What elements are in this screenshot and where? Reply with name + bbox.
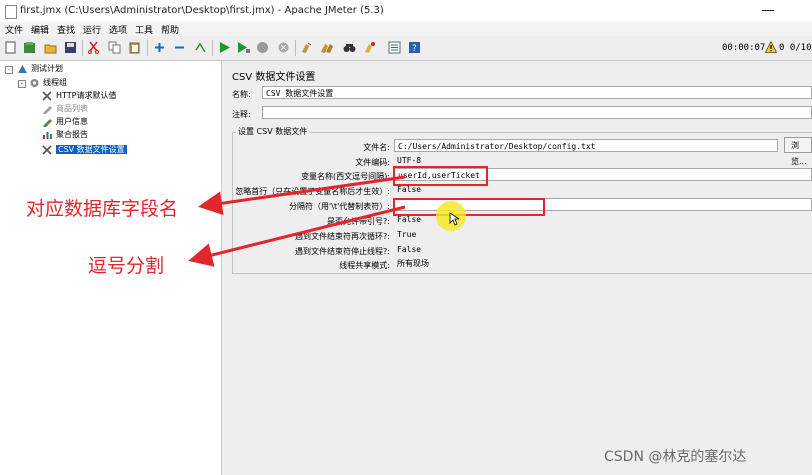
menu-search[interactable]: 查找 [57, 23, 75, 36]
name-input[interactable]: CSV 数据文件设置 [262, 86, 812, 99]
sharing-mode-value[interactable]: 所有现场 [394, 257, 429, 270]
delimiter-label: 分隔符（用'\t'代替制表符）: [289, 202, 390, 211]
tree-node-thread-group[interactable]: 线程组 [29, 77, 67, 89]
new-file-icon[interactable] [4, 41, 17, 54]
encoding-label: 文件编码: [355, 158, 390, 167]
wrench-icon [42, 90, 53, 101]
annotation-field-name: 对应数据库字段名 [26, 198, 179, 220]
tree-node-test-plan[interactable]: 测试计划 [17, 63, 63, 75]
comment-input[interactable] [262, 106, 812, 119]
search-binoculars-icon[interactable] [343, 41, 356, 54]
open-folder-icon[interactable] [44, 41, 57, 54]
help-icon[interactable]: ? [408, 41, 421, 54]
menu-run[interactable]: 运行 [83, 23, 101, 36]
toggle-icon[interactable] [194, 41, 207, 54]
comment-label: 注释: [232, 110, 251, 119]
menu-tools[interactable]: 工具 [135, 23, 153, 36]
browse-button[interactable]: 浏览... [784, 137, 812, 166]
csv-config-panel: CSV 数据文件设置 名称: CSV 数据文件设置 注释: 设置 CSV 数据文… [222, 61, 812, 475]
svg-text:?: ? [412, 44, 417, 54]
shutdown-icon[interactable] [277, 41, 290, 54]
templates-icon[interactable] [23, 41, 36, 54]
watermark: CSDN @林克的塞尔达 [604, 449, 747, 465]
clear-all-icon[interactable] [320, 41, 333, 54]
warning-icon[interactable] [764, 40, 778, 56]
wrench-icon [42, 144, 53, 155]
tree-node-aggregate-report[interactable]: 聚合报告 [42, 129, 88, 141]
toolbar: ? 00:00:07 0 0/100 [0, 36, 812, 61]
recycle-on-eof-label: 遇到文件结束符再次循环?: [295, 232, 390, 241]
tree-node-user-info[interactable]: 用户信息 [42, 116, 88, 128]
filename-label: 文件名: [363, 143, 390, 152]
annotation-comma-split: 逗号分割 [88, 255, 165, 277]
stop-icon[interactable] [256, 41, 269, 54]
gear-icon [29, 78, 40, 88]
menu-options[interactable]: 选项 [109, 23, 127, 36]
error-count: 0 0/100 [779, 43, 812, 53]
save-icon[interactable] [64, 41, 77, 54]
elapsed-timer: 00:00:07 [722, 43, 766, 53]
start-icon[interactable] [218, 41, 231, 54]
warning-count: 0 [779, 43, 785, 53]
collapse-minus-icon[interactable] [173, 41, 186, 54]
pencil-icon [42, 104, 53, 115]
collapse-toggle[interactable]: - [18, 80, 26, 88]
expand-plus-icon[interactable] [153, 41, 166, 54]
title-bar: first.jmx (C:\Users\Administrator\Deskto… [0, 0, 812, 23]
reset-search-icon[interactable] [363, 41, 376, 54]
menu-help[interactable]: 帮助 [161, 23, 179, 36]
delimiter-highlight [393, 198, 545, 216]
ignore-first-line-label: 忽略首行（只在设置了变量名称后才生效）: [235, 187, 390, 196]
function-helper-icon[interactable] [388, 41, 401, 54]
clear-icon[interactable] [300, 41, 313, 54]
name-label: 名称: [232, 90, 251, 99]
page-title: CSV 数据文件设置 [232, 72, 316, 83]
allow-quoted-label: 是否允许带引号?: [327, 217, 390, 226]
copy-icon[interactable] [108, 41, 121, 54]
thread-count: 0/100 [789, 43, 812, 53]
chart-icon [42, 130, 53, 140]
collapse-toggle[interactable]: - [5, 66, 13, 74]
sharing-mode-label: 线程共享模式: [339, 261, 390, 270]
group-title: 设置 CSV 数据文件 [236, 126, 310, 137]
menu-file[interactable]: 文件 [5, 23, 23, 36]
window-title: first.jmx (C:\Users\Administrator\Deskto… [20, 5, 384, 16]
stop-thread-on-eof-value[interactable]: False [394, 243, 421, 256]
filename-input[interactable]: C:/Users/Administrator/Desktop/config.tx… [394, 139, 778, 152]
mouse-cursor-icon [449, 212, 459, 226]
stop-thread-on-eof-label: 遇到文件结束符停止线程?: [295, 247, 390, 256]
menu-bar: 文件 编辑 查找 运行 选项 工具 帮助 [0, 22, 812, 36]
menu-edit[interactable]: 编辑 [31, 23, 49, 36]
tree-node-csv-data-set[interactable]: CSV 数据文件设置 [42, 144, 127, 156]
variable-names-label: 变量名称(西文逗号间隔): [301, 172, 390, 181]
tree-node-http-defaults[interactable]: HTTP请求默认值 [42, 90, 116, 102]
variable-names-highlight [393, 166, 488, 186]
cut-icon[interactable] [87, 41, 100, 54]
tree-node-product-list[interactable]: 商品列表 [42, 103, 88, 115]
file-icon [5, 5, 17, 19]
minimize-button[interactable] [762, 10, 774, 11]
test-plan-icon [17, 64, 28, 74]
recycle-on-eof-value[interactable]: True [394, 228, 416, 241]
pencil-icon [42, 117, 53, 128]
paste-icon[interactable] [128, 41, 141, 54]
start-no-pause-icon[interactable] [237, 41, 250, 54]
